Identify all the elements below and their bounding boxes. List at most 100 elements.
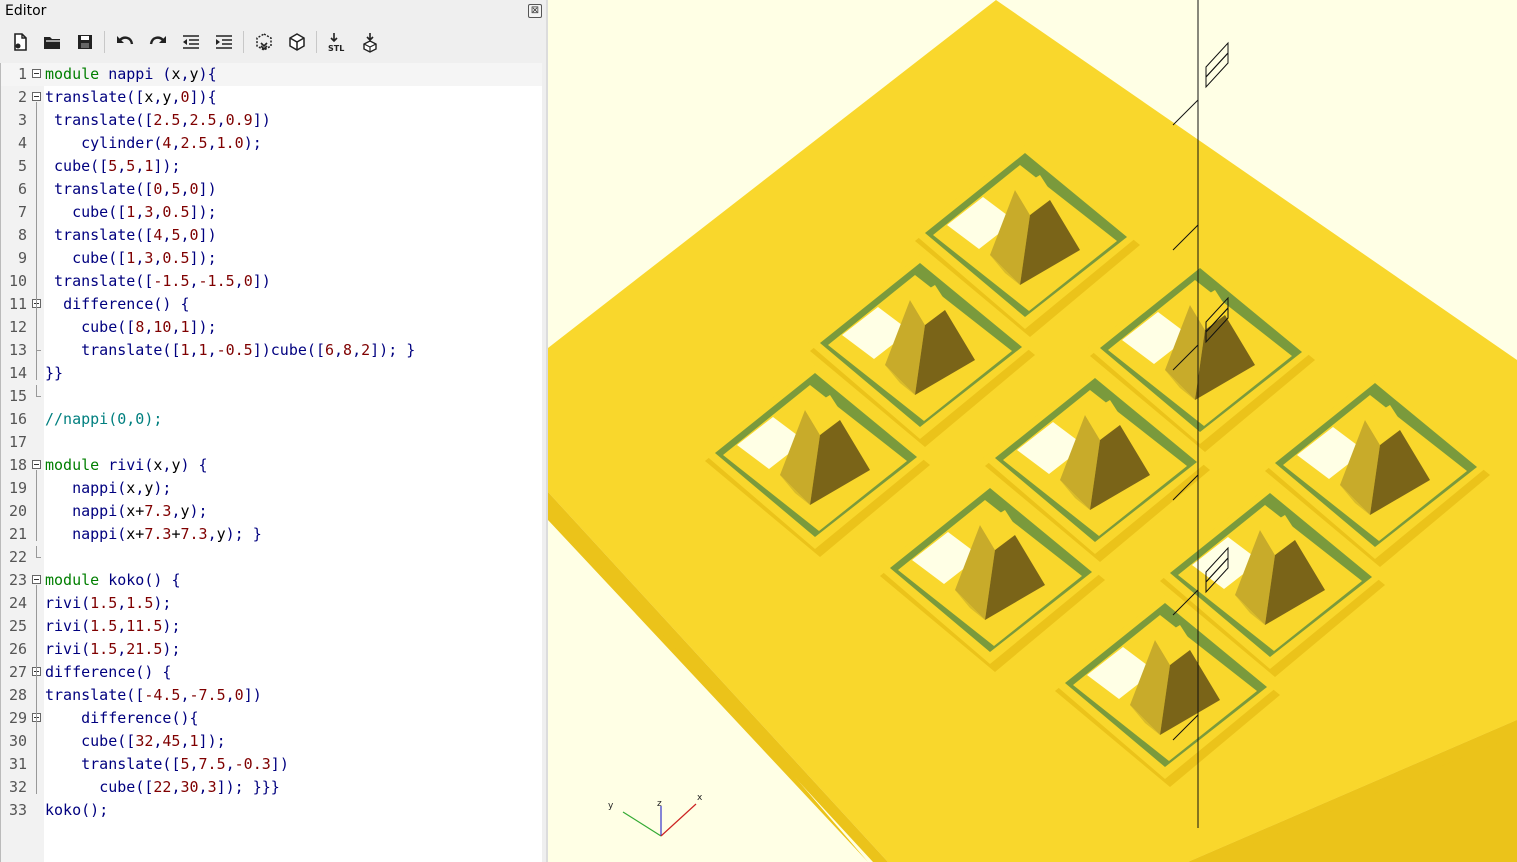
code-line[interactable]: 1 module nappi (x,y){ — [1, 63, 542, 86]
fold-guide — [36, 309, 37, 357]
code-line[interactable]: 22 — [1, 546, 542, 569]
code-text: difference() { — [45, 663, 172, 681]
code-text: koko(); — [45, 801, 109, 819]
code-line[interactable]: 3 translate([2.5,2.5,0.9]) — [1, 109, 542, 132]
line-number: 15 — [8, 387, 27, 405]
fold-toggle[interactable] — [32, 69, 41, 78]
code-text: cube([22,30,3]); }}} — [99, 778, 280, 796]
3d-viewport[interactable]: yzx — [548, 0, 1517, 862]
line-number: 17 — [8, 433, 27, 451]
code-line[interactable]: 29 difference(){ — [1, 707, 542, 730]
line-number: 21 — [8, 525, 27, 543]
line-number: 7 — [17, 203, 27, 221]
line-number: 31 — [8, 755, 27, 773]
gizmo-y-axis — [622, 811, 662, 837]
line-number: 1 — [17, 65, 27, 83]
code-line[interactable]: 14}} — [1, 362, 542, 385]
send-to-print-button[interactable] — [355, 27, 385, 57]
open-file-button[interactable] — [37, 27, 67, 57]
code-text: difference(){ — [81, 709, 199, 727]
code-text: translate([-4.5,-7.5,0]) — [45, 686, 262, 704]
code-line[interactable]: 18 module rivi(x,y) { — [1, 454, 542, 477]
code-line[interactable]: 27 difference() { — [1, 661, 542, 684]
toolbar-separator — [243, 31, 244, 53]
line-number: 13 — [8, 341, 27, 359]
code-line[interactable]: 33 koko(); — [1, 799, 542, 822]
line-number: 16 — [8, 410, 27, 428]
code-line[interactable]: 5 cube([5,5,1]); — [1, 155, 542, 178]
fold-end-marker — [36, 385, 41, 397]
code-line[interactable]: 2 translate([x,y,0]){ — [1, 86, 542, 109]
code-line[interactable]: 28 translate([-4.5,-7.5,0]) — [1, 684, 542, 707]
code-line[interactable]: 11 difference() { — [1, 293, 542, 316]
code-line[interactable]: 25 rivi(1.5,11.5); — [1, 615, 542, 638]
fold-toggle[interactable] — [32, 92, 41, 101]
line-number: 33 — [8, 801, 27, 819]
code-line[interactable]: 6 translate([0,5,0]) — [1, 178, 542, 201]
indent-button[interactable] — [209, 27, 239, 57]
code-line[interactable]: 15 — [1, 385, 542, 408]
code-text: translate([4,5,0]) — [54, 226, 217, 244]
code-text: difference() { — [63, 295, 190, 313]
code-line[interactable]: 30 cube([32,45,1]); — [1, 730, 542, 753]
code-line[interactable]: 10 translate([-1.5,-1.5,0]) — [1, 270, 542, 293]
export-stl-button[interactable]: STL — [322, 27, 352, 57]
code-text: nappi(x+7.3,y); — [72, 502, 208, 520]
editor-title: Editor — [5, 3, 47, 19]
code-line[interactable]: 13 translate([1,1,-0.5])cube([6,8,2]); } — [1, 339, 542, 362]
code-text: cube([32,45,1]); — [81, 732, 226, 750]
undo-button[interactable] — [110, 27, 140, 57]
new-file-button[interactable] — [5, 27, 35, 57]
toolbar-separator — [316, 31, 317, 53]
close-editor-button[interactable]: ⊠ — [528, 4, 542, 18]
code-text: }} — [45, 364, 64, 382]
code-text: cube([1,3,0.5]); — [72, 249, 217, 267]
code-line[interactable]: 9 cube([1,3,0.5]); — [1, 247, 542, 270]
preview-button[interactable] — [249, 27, 279, 57]
code-line[interactable]: 31 translate([5,7.5,-0.3]) — [1, 753, 542, 776]
svg-text:STL: STL — [328, 44, 344, 53]
axis-marker — [1205, 51, 1229, 89]
code-line[interactable]: 21 nappi(x+7.3+7.3,y); } — [1, 523, 542, 546]
code-text: cube([1,3,0.5]); — [72, 203, 217, 221]
line-number: 10 — [8, 272, 27, 290]
fold-toggle[interactable] — [32, 575, 41, 584]
indent-icon — [216, 35, 232, 49]
code-line[interactable]: 23 module koko() { — [1, 569, 542, 592]
render-button[interactable] — [282, 27, 312, 57]
line-number: 6 — [17, 180, 27, 198]
code-line[interactable]: 19 nappi(x,y); — [1, 477, 542, 500]
code-line[interactable]: 20 nappi(x+7.3,y); — [1, 500, 542, 523]
code-line[interactable]: 8 translate([4,5,0]) — [1, 224, 542, 247]
code-text: cube([8,10,1]); — [81, 318, 217, 336]
gizmo-x-axis — [660, 803, 697, 837]
line-number: 3 — [17, 111, 27, 129]
line-number: 4 — [17, 134, 27, 152]
code-text: module koko() { — [45, 571, 181, 589]
code-line[interactable]: 24 rivi(1.5,1.5); — [1, 592, 542, 615]
line-number: 27 — [8, 663, 27, 681]
line-number: 11 — [8, 295, 27, 313]
line-number: 30 — [8, 732, 27, 750]
code-line[interactable]: 7 cube([1,3,0.5]); — [1, 201, 542, 224]
save-button[interactable] — [70, 27, 100, 57]
redo-button[interactable] — [143, 27, 173, 57]
code-text: translate([x,y,0]){ — [45, 88, 217, 106]
code-line[interactable]: 17 — [1, 431, 542, 454]
code-line[interactable]: 26 rivi(1.5,21.5); — [1, 638, 542, 661]
code-text: module nappi (x,y){ — [45, 65, 217, 83]
unindent-button[interactable] — [176, 27, 206, 57]
editor-toolbar: STL — [0, 27, 546, 59]
code-line[interactable]: 12 cube([8,10,1]); — [1, 316, 542, 339]
line-number: 19 — [8, 479, 27, 497]
code-text: module rivi(x,y) { — [45, 456, 208, 474]
fold-toggle[interactable] — [32, 460, 41, 469]
code-line[interactable]: 16 //nappi(0,0); — [1, 408, 542, 431]
code-text: translate([2.5,2.5,0.9]) — [54, 111, 271, 129]
code-editor[interactable]: 1 module nappi (x,y){ 2 translate([x,y,0]){… — [0, 63, 542, 862]
code-line[interactable]: 32 cube([22,30,3]); }}} — [1, 776, 542, 799]
line-number: 18 — [8, 456, 27, 474]
line-number: 12 — [8, 318, 27, 336]
undo-icon — [117, 36, 134, 45]
code-line[interactable]: 4 cylinder(4,2.5,1.0); — [1, 132, 542, 155]
